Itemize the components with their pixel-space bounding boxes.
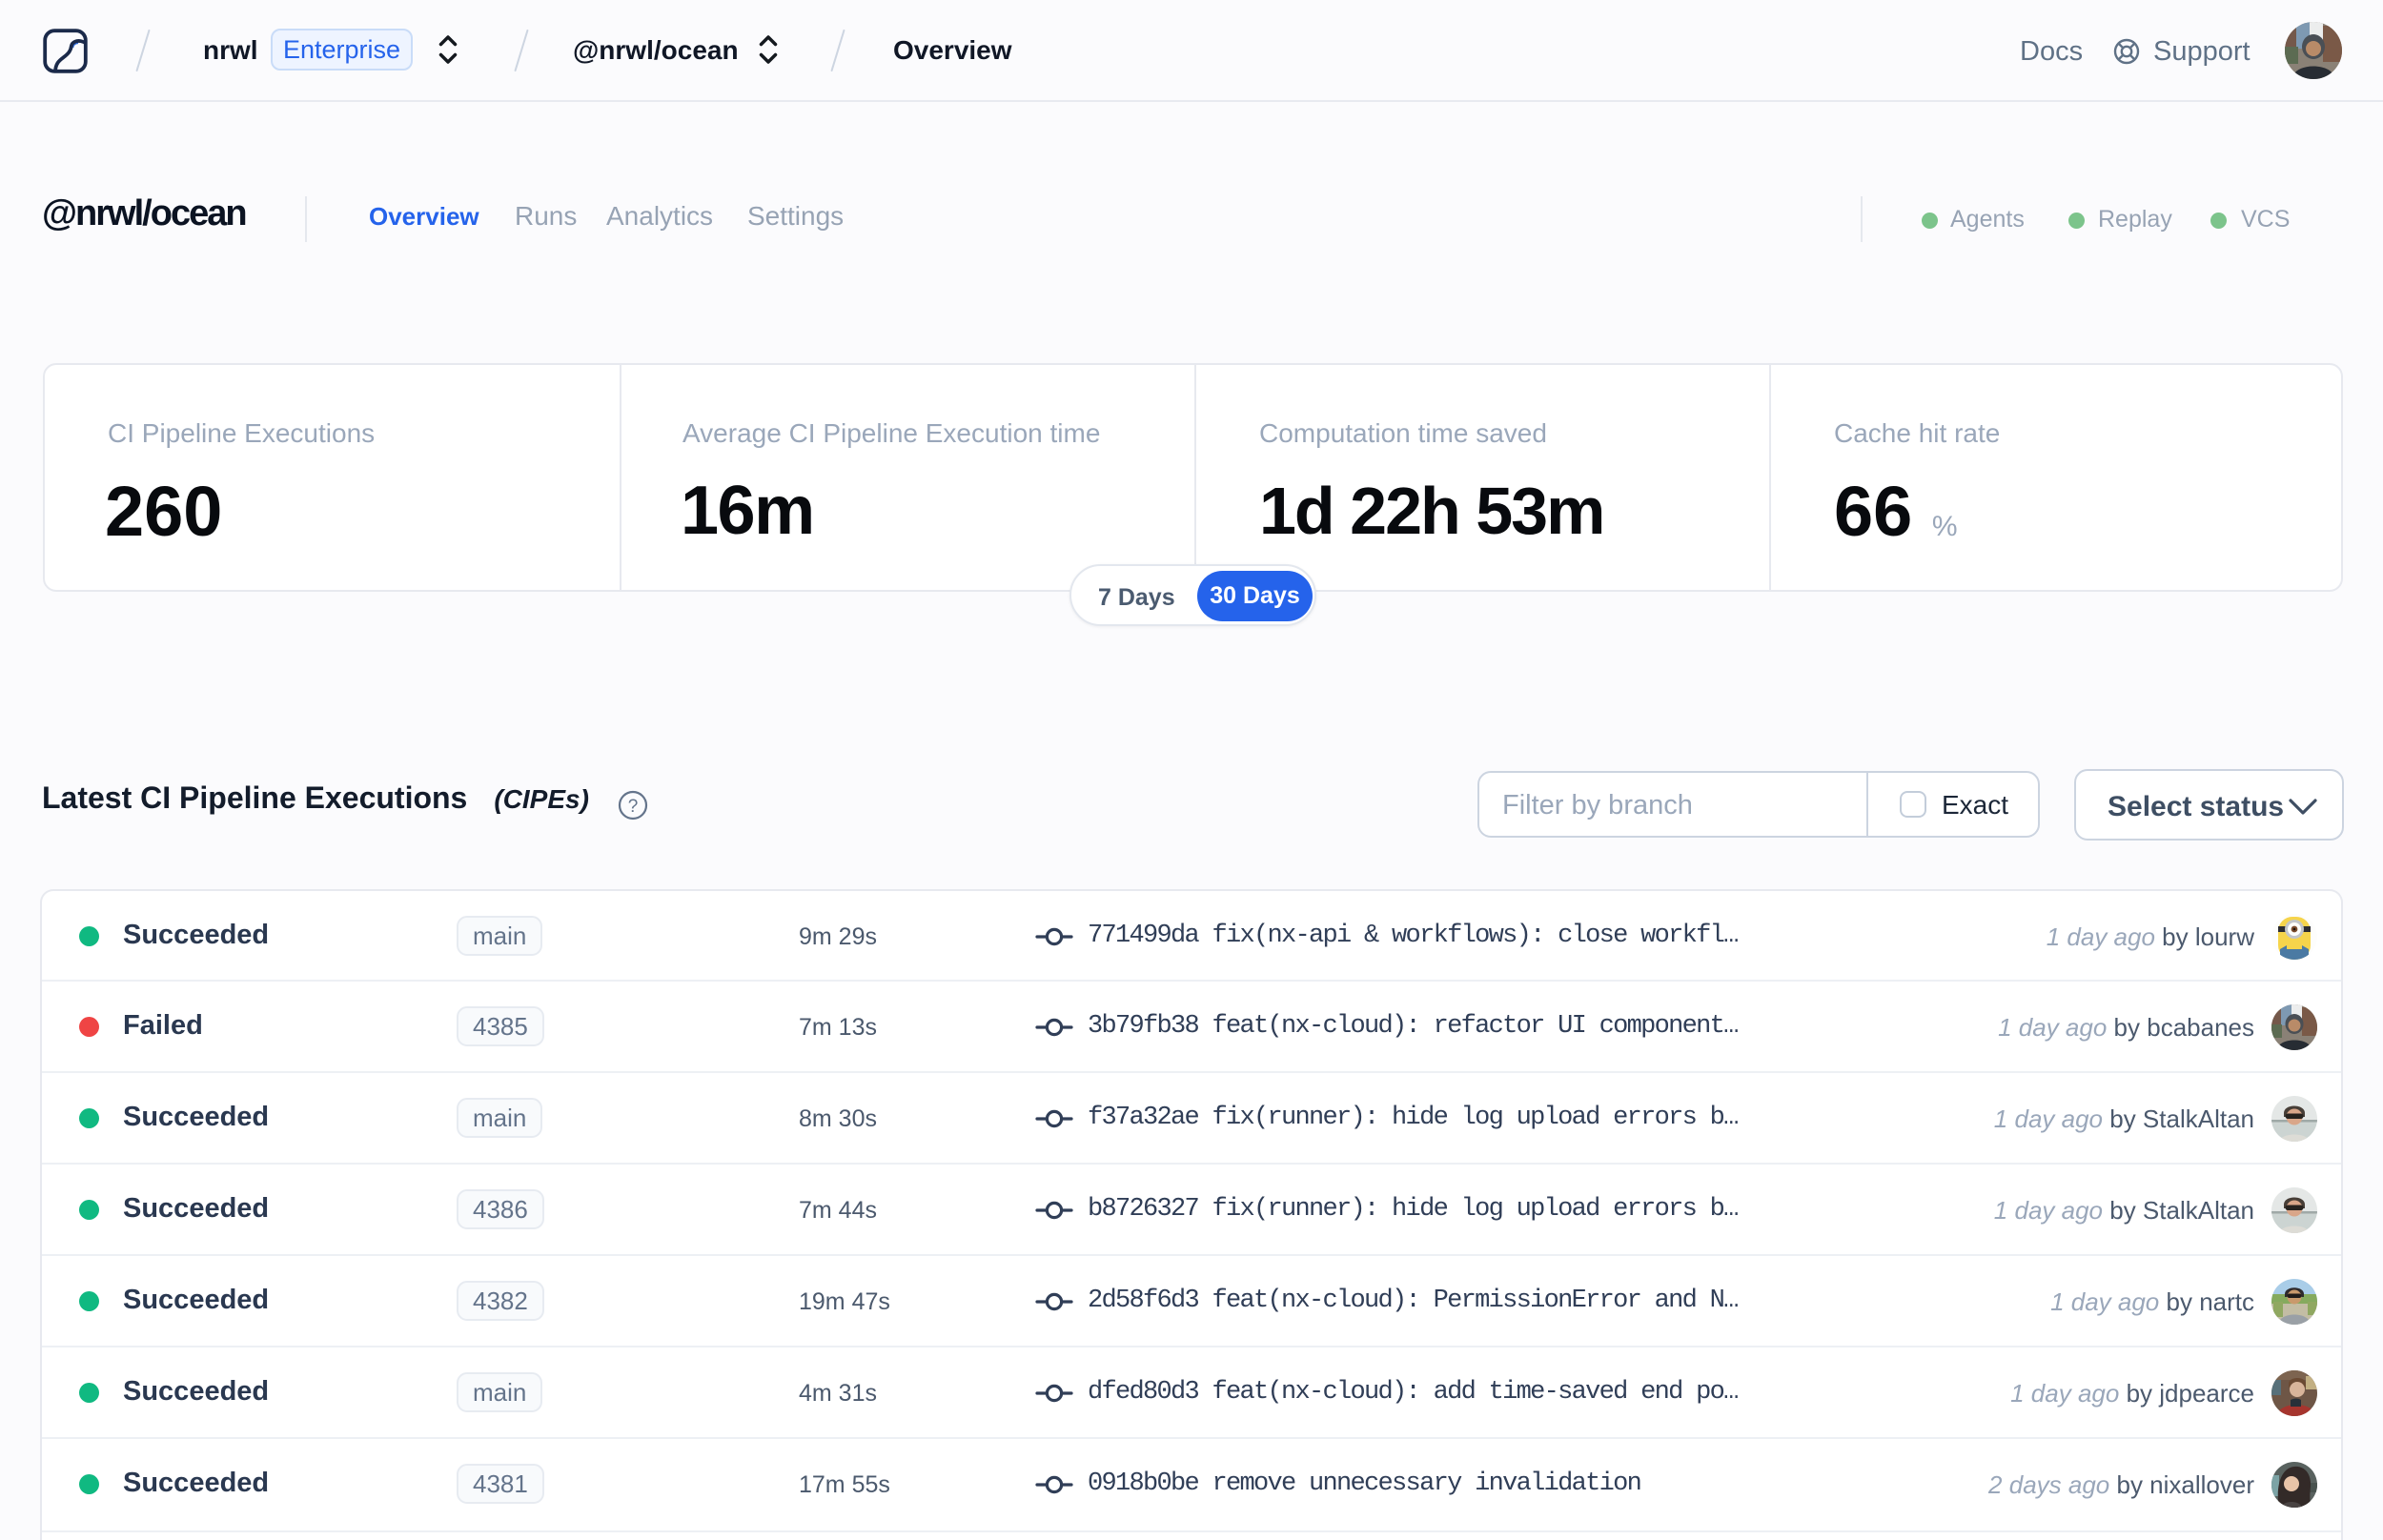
svg-text:?: ? bbox=[628, 797, 639, 817]
